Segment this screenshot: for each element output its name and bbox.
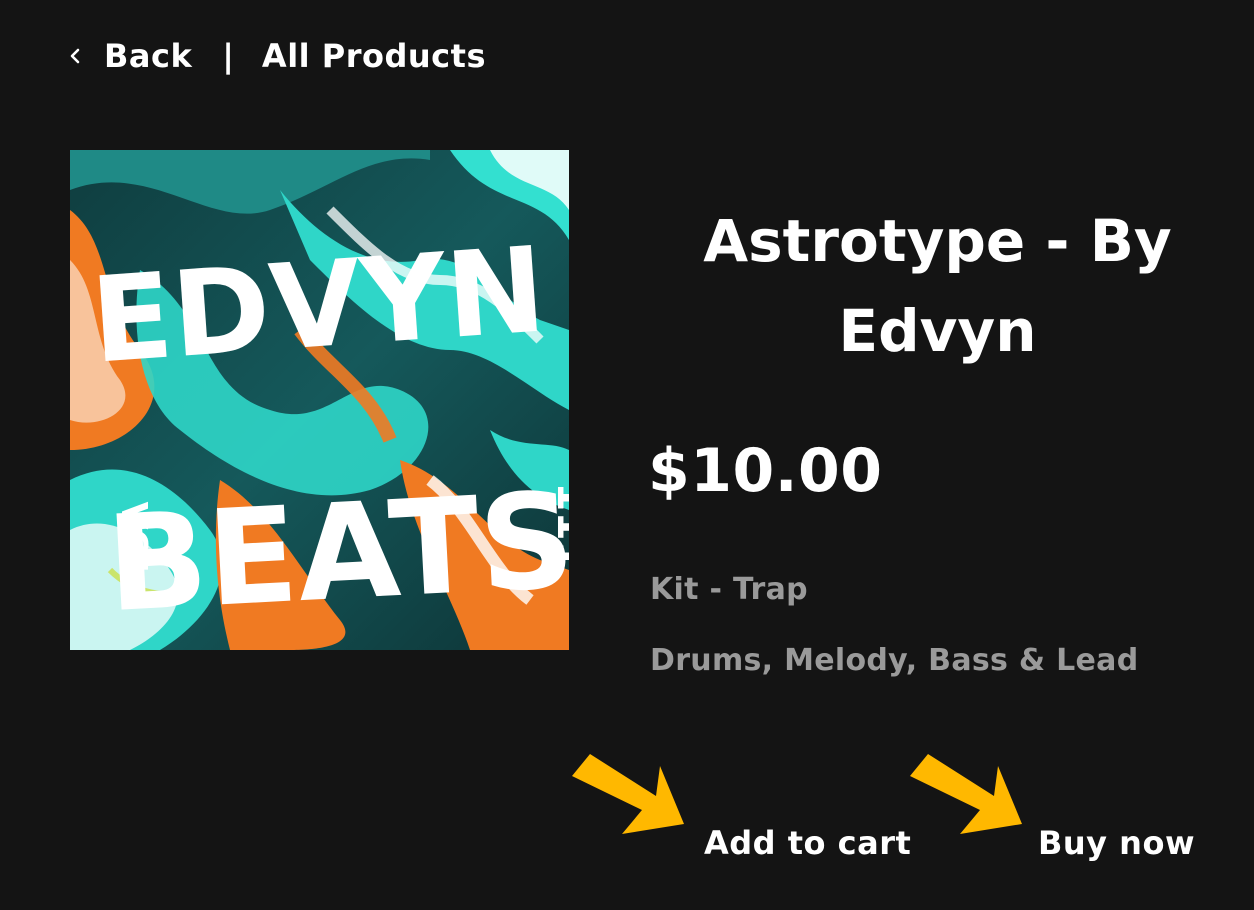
buy-now-button[interactable]: Buy now (1038, 824, 1195, 862)
back-link[interactable]: Back (68, 37, 192, 75)
all-products-link[interactable]: All Products (262, 37, 486, 75)
add-to-cart-button[interactable]: Add to cart (704, 824, 911, 862)
cover-title-beats: BEATS (103, 464, 569, 642)
cover-vol-number: 111 (548, 482, 569, 570)
product-cover-image: EDVYN BEATS VOL 111 (70, 150, 569, 650)
breadcrumb-separator: | (222, 37, 234, 75)
product-price: $10.00 (648, 436, 883, 506)
product-kit-type: Kit - Trap (650, 572, 808, 607)
cover-vol-label: VOL (113, 502, 154, 583)
breadcrumb-nav: Back | All Products (68, 34, 486, 78)
product-contents: Drums, Melody, Bass & Lead (650, 643, 1139, 678)
arrow-down-right-icon (572, 754, 684, 834)
product-title: Astrotype - By Edvyn (703, 207, 1172, 365)
arrow-down-right-icon (910, 754, 1022, 834)
chevron-left-icon (70, 48, 80, 64)
back-label: Back (104, 37, 193, 75)
